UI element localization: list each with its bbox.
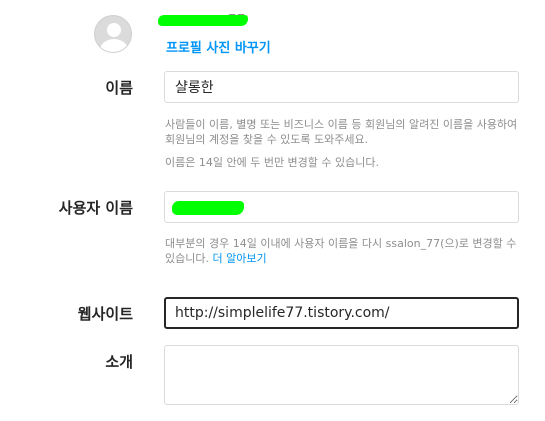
username-redaction bbox=[158, 15, 248, 26]
username-label: 사용자 이름 bbox=[58, 199, 133, 217]
bio-label: 소개 bbox=[105, 353, 133, 371]
bio-textarea[interactable] bbox=[164, 345, 519, 405]
avatar-placeholder-head bbox=[107, 23, 121, 37]
change-profile-photo-link[interactable]: 프로필 사진 바꾸기 bbox=[166, 37, 271, 56]
website-label: 웹사이트 bbox=[77, 305, 133, 323]
name-input[interactable] bbox=[164, 71, 519, 103]
name-label: 이름 bbox=[105, 79, 133, 97]
avatar[interactable] bbox=[94, 15, 132, 53]
learn-more-link[interactable]: 더 알아보기 bbox=[212, 252, 266, 265]
username-help-text: 대부분의 경우 14일 이내에 사용자 이름을 다시 ssalon_77(으)로… bbox=[165, 236, 520, 266]
username-input-redaction bbox=[172, 201, 244, 215]
avatar-placeholder-body bbox=[100, 39, 128, 52]
name-change-limit-text: 이름은 14일 안에 두 번만 변경할 수 있습니다. bbox=[165, 156, 380, 169]
profile-username: s 77 bbox=[158, 14, 250, 28]
website-input[interactable] bbox=[164, 297, 519, 329]
name-help-text: 사람들이 이름, 별명 또는 비즈니스 이름 등 회원님의 알려진 이름을 사용… bbox=[165, 118, 518, 146]
